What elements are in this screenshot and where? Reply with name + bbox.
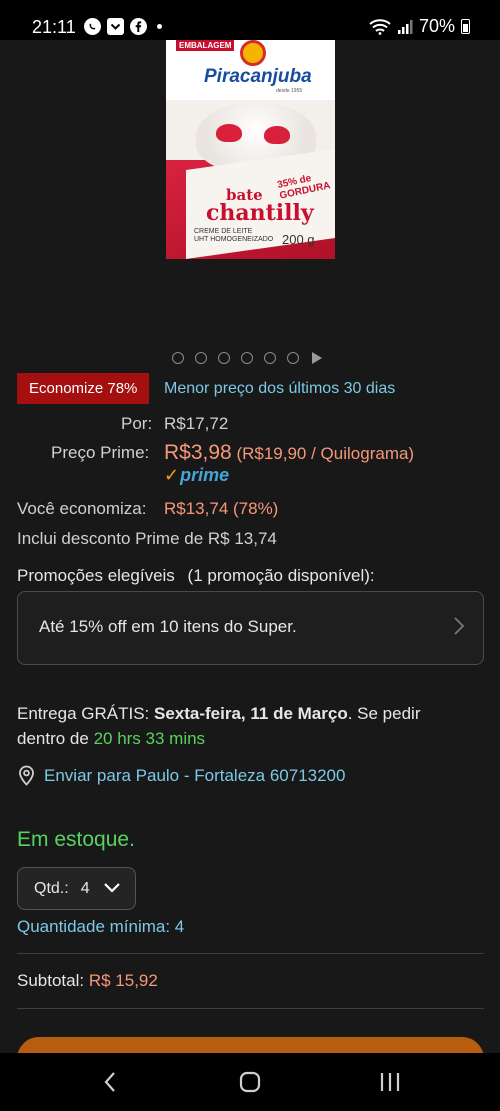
- more-notifications-icon: [157, 24, 162, 29]
- divider: [17, 953, 484, 954]
- recent-apps-button[interactable]: [370, 1067, 410, 1097]
- delivery-info: Entrega GRÁTIS: Sexta-feira, 11 de Março…: [17, 701, 457, 751]
- carousel-dot[interactable]: [172, 352, 184, 364]
- carousel-dot[interactable]: [287, 352, 299, 364]
- promotions-count: (1 promoção disponível):: [187, 566, 375, 585]
- quantity-value: 4: [80, 879, 90, 897]
- prime-price-label: Preço Prime:: [51, 443, 150, 462]
- ship-to-text[interactable]: Enviar para Paulo - Fortaleza 60713200: [44, 766, 345, 786]
- savings-value: R$13,74 (78%): [164, 499, 279, 518]
- facebook-icon: [130, 18, 147, 35]
- status-bar: 21:11 70%: [0, 0, 500, 40]
- minimum-quantity-note: Quantidade mínima: 4: [17, 917, 185, 936]
- prime-price-label-row: Preço Prime:: [51, 443, 149, 463]
- notification-icons: [84, 18, 162, 35]
- strawberry-icon: [216, 124, 242, 142]
- battery-percent: 70%: [418, 16, 455, 36]
- promotion-text: Até 15% off em 10 itens do Super.: [39, 617, 297, 636]
- discount-badge: Economize 78%: [17, 373, 150, 404]
- package-badge: EMBALAGEM: [176, 40, 235, 51]
- delivery-prefix: Entrega GRÁTIS:: [17, 704, 154, 723]
- carousel-dot[interactable]: [218, 352, 230, 364]
- carousel-dot[interactable]: [264, 352, 276, 364]
- promotion-card[interactable]: Até 15% off em 10 itens do Super.: [17, 591, 484, 665]
- prime-check-icon: ✓: [164, 465, 180, 485]
- list-price-row: Por:: [121, 414, 152, 434]
- recent-apps-icon: [380, 1073, 400, 1091]
- list-price-value-row: R$17,72: [164, 414, 228, 434]
- promotions-header: Promoções elegíveis (1 promoção disponív…: [17, 566, 375, 586]
- pocket-icon: [107, 18, 124, 35]
- package-desc-line2: UHT HOMOGENEIZADO: [194, 236, 274, 243]
- savings-value-row: R$13,74 (78%): [164, 499, 278, 519]
- carousel-dot[interactable]: [241, 352, 253, 364]
- delivery-date: Sexta-feira, 11 de Março: [154, 704, 348, 723]
- signal-icon: [397, 19, 413, 34]
- prime-logo: ✓prime: [164, 465, 229, 486]
- brand-logo: Piracanjuba: [204, 66, 312, 87]
- stock-status: Em estoque.: [17, 828, 135, 851]
- home-icon: [239, 1071, 261, 1093]
- back-button[interactable]: [90, 1067, 130, 1097]
- system-navigation-bar: [0, 1053, 500, 1111]
- subtotal-value: R$ 15,92: [88, 971, 158, 990]
- product-image[interactable]: EMBALAGEM Piracanjuba desde 1955 35% de …: [166, 40, 335, 259]
- package-description: CREME DE LEITE UHT HOMOGENEIZADO: [194, 228, 273, 244]
- battery-icon: [461, 19, 470, 34]
- chevron-right-icon: [454, 617, 465, 635]
- prime-discount-note: Inclui desconto Prime de R$ 13,74: [17, 529, 277, 548]
- image-carousel-indicators[interactable]: [172, 352, 322, 364]
- strawberry-icon: [264, 126, 290, 144]
- savings-label: Você economiza:: [17, 499, 147, 518]
- quantity-dropdown[interactable]: Qtd.: 4: [17, 867, 136, 910]
- prime-price: R$3,98: [164, 441, 232, 464]
- prime-discount-row: Inclui desconto Prime de R$ 13,74: [17, 529, 277, 549]
- list-price: R$17,72: [164, 414, 229, 433]
- promotions-label: Promoções elegíveis: [17, 566, 175, 585]
- location-pin-icon: [19, 765, 34, 786]
- divider: [17, 1008, 484, 1009]
- status-time: 21:11: [32, 17, 76, 37]
- whatsapp-icon: [84, 18, 101, 35]
- back-icon: [104, 1072, 115, 1092]
- subtotal-label: Subtotal:: [17, 971, 85, 990]
- list-price-label: Por:: [121, 414, 153, 433]
- delivery-countdown: 20 hrs 33 mins: [93, 729, 206, 748]
- product-page[interactable]: EMBALAGEM Piracanjuba desde 1955 35% de …: [0, 40, 500, 1053]
- brand-medal-icon: [240, 40, 266, 66]
- subtotal-row: Subtotal: R$ 15,92: [17, 971, 158, 991]
- brand-subtitle: desde 1955: [276, 88, 303, 94]
- package-weight: 200 g: [282, 232, 315, 247]
- package-desc-line1: CREME DE LEITE: [194, 228, 253, 235]
- add-to-cart-button[interactable]: [17, 1037, 484, 1053]
- carousel-dot[interactable]: [195, 352, 207, 364]
- video-play-icon[interactable]: [312, 352, 322, 364]
- system-icons: 70%: [369, 16, 470, 37]
- savings-label-row: Você economiza:: [17, 499, 146, 519]
- package-name-line2: chantilly: [206, 200, 314, 226]
- wifi-icon: [369, 18, 391, 35]
- unit-price: (R$19,90 / Quilograma): [236, 444, 415, 463]
- quantity-label: Qtd.:: [34, 879, 69, 897]
- ship-to-link[interactable]: Enviar para Paulo - Fortaleza 60713200: [17, 765, 345, 786]
- lowest-price-note: Menor preço dos últimos 30 dias: [164, 380, 396, 397]
- prime-logo-text: prime: [180, 465, 230, 485]
- prime-price-row: R$3,98 (R$19,90 / Quilograma): [164, 441, 414, 465]
- chevron-down-icon: [104, 883, 120, 893]
- home-button[interactable]: [230, 1067, 270, 1097]
